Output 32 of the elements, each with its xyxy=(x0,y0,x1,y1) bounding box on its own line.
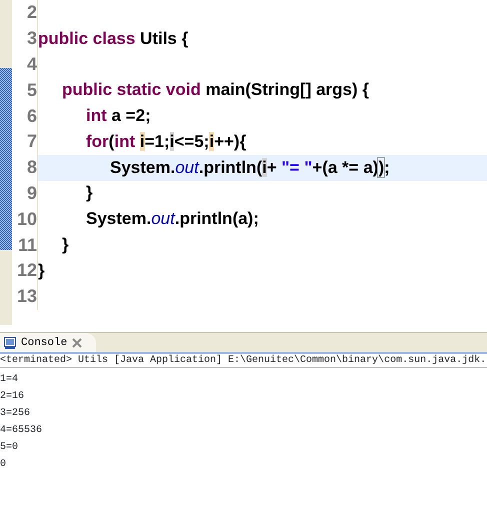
console-output-line: 0 xyxy=(0,458,6,472)
console-output-line: 5=0 xyxy=(0,441,18,455)
code-line: System.out.println(i+ "= "+(a *= a)); xyxy=(110,158,390,178)
code-line: } xyxy=(38,260,45,281)
console-status-line: <terminated> Utils [Java Application] E:\Genuitec\Common\binary\com.sun.java.jdk. xyxy=(0,352,487,368)
line-number: 12 xyxy=(16,260,37,282)
close-icon[interactable] xyxy=(72,338,82,348)
line-number: 2 xyxy=(26,2,37,24)
code-line: System.out.println(a); xyxy=(86,209,259,230)
console-icon xyxy=(4,336,16,348)
console-output-line: 2=16 xyxy=(0,390,24,404)
code-line: public class Utils { xyxy=(38,28,188,49)
line-number: 11 xyxy=(16,234,37,256)
code-line: for(int i=1;i<=5;i++){ xyxy=(86,132,246,152)
console-tab[interactable]: Console xyxy=(0,333,96,352)
line-number: 4 xyxy=(26,54,37,75)
line-number: 8 xyxy=(26,157,37,178)
code-editor[interactable]: 2 3public class Utils { 4 5 public static void main(String[] args) { 6 int a =2; 7 for(int i=1;i<=5;i++){ 8 System.out.println(i+ "= "+(a *= a)); 9 } 10 System.out.println(a); 11 } 12} 13 xyxy=(0,0,487,325)
line-number: 10 xyxy=(16,208,37,230)
console-output-line: 1=4 xyxy=(0,373,18,387)
code-line: int a =2; xyxy=(86,106,151,126)
line-number: 7 xyxy=(26,131,37,152)
line-number: 9 xyxy=(26,182,37,204)
console-output-line: 3=256 xyxy=(0,407,30,421)
line-number: 5 xyxy=(26,80,37,101)
line-number: 6 xyxy=(26,106,37,127)
code-line: public static void main(String[] args) { xyxy=(62,80,369,100)
code-line: } xyxy=(62,235,69,256)
console-output-line: 4=65536 xyxy=(0,424,42,438)
line-number: 13 xyxy=(16,286,37,308)
line-number: 3 xyxy=(26,28,37,50)
code-line: } xyxy=(86,183,93,204)
